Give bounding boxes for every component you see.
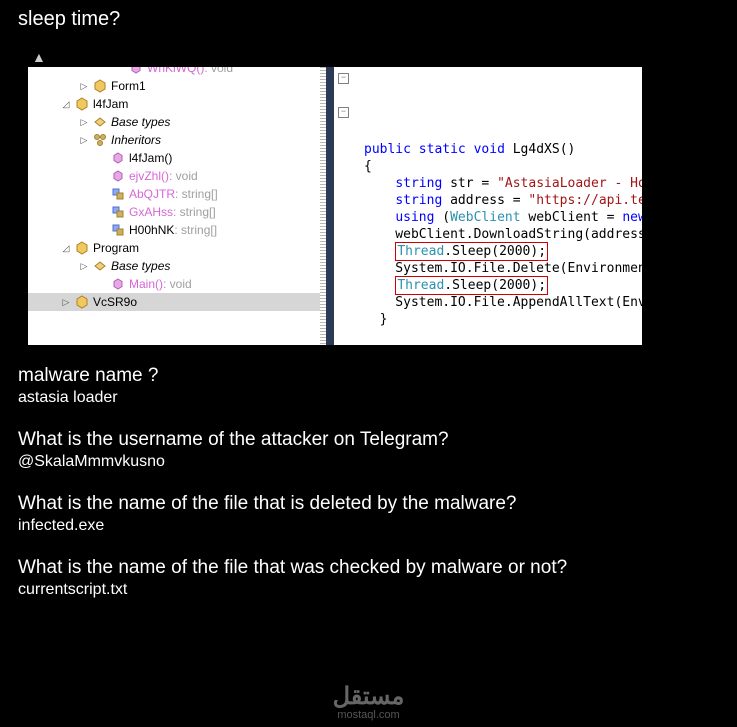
tree-label: l4fJam() [129,149,172,167]
answer-text: currentscript.txt [18,579,719,601]
tree-label: Form1 [111,77,146,95]
question-text: What is the username of the attacker on … [18,429,719,451]
tree-type: : void [169,167,198,185]
answer-text: astasia loader [18,387,719,409]
inh-icon [92,132,108,148]
watermark-url: mostaql.com [333,709,405,721]
expander-icon[interactable]: ▷ [78,80,90,92]
watermark: مستقل mostaql.com [333,685,405,721]
expander-icon[interactable] [96,152,108,164]
question-text: What is the name of the file that was ch… [18,557,719,579]
tree-label: ejvZhl() [129,167,169,185]
tree-item[interactable]: GxAHss : string[] [28,203,320,221]
tree-item[interactable]: ▷ Inheritors [28,131,320,149]
tree-label: l4fJam [93,95,128,113]
answer-text: @SkalaMmmvkusno [18,451,719,473]
expander-icon[interactable]: ▷ [78,116,90,128]
tree-label: H00hNK [129,221,174,239]
tree-type: : string[] [173,203,216,221]
question-text: What is the name of the file that is del… [18,493,719,515]
fold-icon[interactable]: − [338,107,349,118]
tree-label: AbQJTR [129,185,175,203]
tree-type: : void [204,67,233,77]
expander-icon[interactable] [114,67,126,74]
object-tree[interactable]: WnKlWQ() : void▷Form1◿l4fJam▷Base types▷… [28,67,320,345]
tree-item[interactable]: ejvZhl() : void [28,167,320,185]
tree-type: : string[] [175,185,218,203]
method-icon [110,150,126,166]
tree-item[interactable]: ▷ Base types [28,113,320,131]
tree-label: VcSR9o [93,293,137,311]
tree-item[interactable]: ▷ VcSR9o [28,293,320,311]
code-editor[interactable]: − − public static void Lg4dXS() { string… [334,67,642,345]
minimap-bar [326,67,334,345]
expander-icon[interactable] [96,170,108,182]
expander-icon[interactable]: ▷ [78,134,90,146]
answer-text: infected.exe [18,515,719,537]
field-icon [110,204,126,220]
method-icon [128,67,144,76]
tree-type: : void [163,275,192,293]
expander-icon[interactable] [96,188,108,200]
expander-icon[interactable]: ▷ [78,260,90,272]
tree-label: Base types [111,257,170,275]
class-icon [74,240,90,256]
class-icon [74,96,90,112]
question-text: malware name ? [18,365,719,387]
expander-icon[interactable] [96,278,108,290]
base-icon [92,258,108,274]
expander-icon[interactable]: ◿ [60,242,72,254]
tree-label: GxAHss [129,203,173,221]
watermark-logo: مستقل [333,685,405,709]
base-icon [92,114,108,130]
tree-item[interactable]: AbQJTR : string[] [28,185,320,203]
fold-icon[interactable]: − [338,73,349,84]
expander-icon[interactable] [96,206,108,218]
tree-label: Main() [129,275,163,293]
tree-label: Program [93,239,139,257]
tree-item[interactable]: ▷ Base types [28,257,320,275]
tree-item[interactable]: Main() : void [28,275,320,293]
class-icon [92,78,108,94]
tree-item[interactable]: ▷ Form1 [28,77,320,95]
tree-item[interactable]: H00hNK : string[] [28,221,320,239]
tree-label: Base types [111,113,170,131]
qa-block: What is the name of the file that was ch… [18,557,719,601]
expander-icon[interactable] [96,224,108,236]
up-arrow-icon: ▲ [0,31,737,65]
tree-item[interactable]: ◿ Program [28,239,320,257]
qa-block: What is the name of the file that is del… [18,493,719,537]
method-icon [110,276,126,292]
code-content: public static void Lg4dXS() { string str… [364,141,642,345]
tree-item[interactable]: l4fJam() [28,149,320,167]
qa-block: What is the username of the attacker on … [18,429,719,473]
page-heading: sleep time? [0,0,737,31]
field-icon [110,222,126,238]
qa-block: malware name ?astasia loader [18,365,719,409]
field-icon [110,186,126,202]
expander-icon[interactable]: ◿ [60,98,72,110]
ide-panel: WnKlWQ() : void▷Form1◿l4fJam▷Base types▷… [28,67,642,345]
qa-section: malware name ?astasia loader What is the … [0,345,737,601]
tree-item[interactable]: ◿ l4fJam [28,95,320,113]
class-icon [74,294,90,310]
tree-label: WnKlWQ() [147,67,204,77]
expander-icon[interactable]: ▷ [60,296,72,308]
tree-label: Inheritors [111,131,161,149]
tree-type: : string[] [174,221,217,239]
tree-item[interactable]: WnKlWQ() : void [28,67,320,77]
method-icon [110,168,126,184]
